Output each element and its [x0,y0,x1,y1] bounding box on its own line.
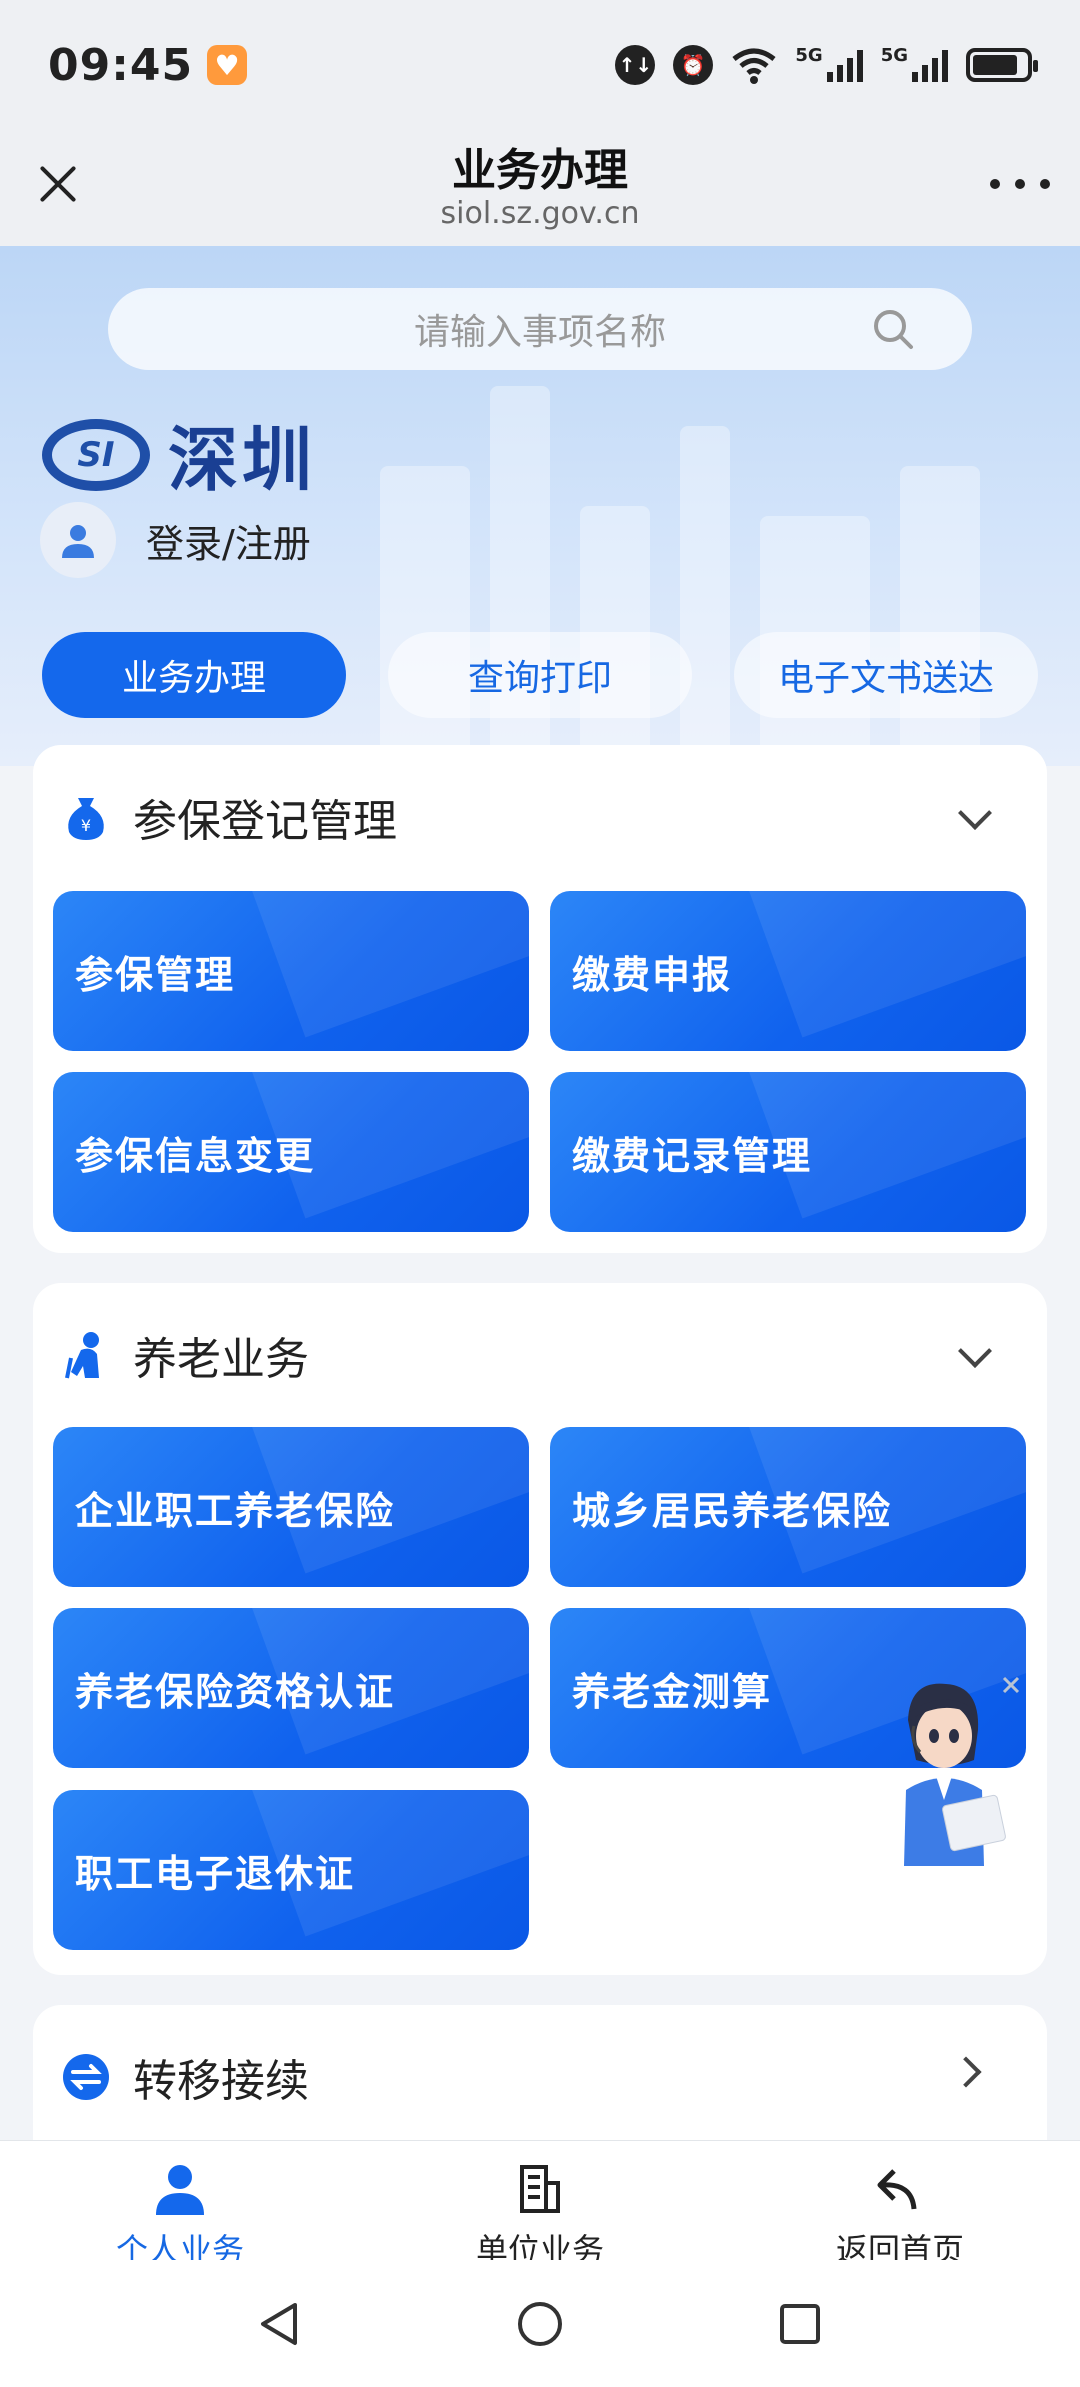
section-header[interactable]: 转移接续 [61,2045,309,2109]
chevron-down-icon[interactable] [958,1334,992,1368]
tab-business[interactable]: 业务办理 [42,632,346,718]
assistant-avatar[interactable] [880,1676,1020,1870]
tile-insurance-management[interactable]: 参保管理 [53,891,529,1051]
login-register[interactable]: 登录/注册 [40,502,311,578]
signal-icon-2: 5G [881,45,948,85]
money-bag-icon: ¥ [61,792,111,842]
signal-icon-1: 5G [795,45,863,85]
search-input[interactable]: 请输入事项名称 [108,288,972,370]
battery-icon [966,45,1038,85]
skyline-decoration [900,466,980,766]
document-icon [512,2161,568,2217]
section-insurance-registration: ¥ 参保登记管理 参保管理 缴费申报 参保信息变更 缴费记录管理 [33,745,1047,1253]
tile-resident-pension[interactable]: 城乡居民养老保险 [550,1427,1026,1587]
shenzhen-logo: SI 深圳 [42,404,316,505]
section-header[interactable]: 养老业务 [61,1323,309,1387]
title-bar: 业务办理 siol.sz.gov.cn [0,130,1080,246]
main-tabs: 业务办理 查询打印 电子文书送达 [42,632,1038,718]
tile-payment-declaration[interactable]: 缴费申报 [550,891,1026,1051]
search-placeholder: 请输入事项名称 [413,312,666,353]
search-icon[interactable] [872,308,914,350]
section-header[interactable]: ¥ 参保登记管理 [61,785,397,849]
hero-banner: 请输入事项名称 SI 深圳 登录/注册 业务办理 查询打印 电子文书送达 [0,246,1080,766]
tile-pension-qualification[interactable]: 养老保险资格认证 [53,1608,529,1768]
wifi-icon [731,45,777,85]
back-icon[interactable] [255,2299,305,2349]
status-bar: 09:45 ♥ ↑↓ ⏰ 5G 5G [0,0,1080,130]
status-icons: ↑↓ ⏰ 5G 5G [615,45,1038,85]
nav-personal-business[interactable]: 个人业务 [0,2141,360,2269]
person-icon [152,2161,208,2217]
tab-e-document[interactable]: 电子文书送达 [734,632,1038,718]
user-icon[interactable] [40,502,116,578]
nav-unit-business[interactable]: 单位业务 [360,2141,720,2269]
section-title: 转移接续 [133,2056,309,2107]
section-title: 养老业务 [133,1334,309,1385]
system-navigation-bar [0,2260,1080,2387]
app-notification-icon: ♥ [207,45,248,85]
tile-payment-record-management[interactable]: 缴费记录管理 [550,1072,1026,1232]
section-title: 参保登记管理 [133,796,397,847]
section-pension: 养老业务 企业职工养老保险 城乡居民养老保险 养老保险资格认证 养老金测算 职工… [33,1283,1047,1975]
page-title: 业务办理 [452,145,628,196]
data-saver-icon: ↑↓ [615,45,656,85]
nav-return-home[interactable]: 返回首页 [720,2141,1080,2269]
chevron-down-icon[interactable] [958,796,992,830]
skyline-decoration [380,466,470,766]
status-time: 09:45 [48,39,194,91]
home-icon[interactable] [515,2299,565,2349]
return-icon [872,2161,928,2217]
transfer-icon [61,2052,111,2102]
elderly-icon [61,1330,111,1380]
page-url: siol.sz.gov.cn [440,196,640,231]
logo-text: 深圳 [168,419,316,501]
tab-query-print[interactable]: 查询打印 [388,632,692,718]
login-register-link[interactable]: 登录/注册 [146,513,311,568]
social-insurance-logo-icon: SI [42,418,150,491]
recents-icon[interactable] [775,2299,825,2349]
more-icon[interactable] [990,164,1050,204]
close-assistant-icon[interactable] [1000,1674,1022,1696]
tile-employee-pension[interactable]: 企业职工养老保险 [53,1427,529,1587]
tile-electronic-retirement-cert[interactable]: 职工电子退休证 [53,1790,529,1950]
tile-insurance-info-change[interactable]: 参保信息变更 [53,1072,529,1232]
alarm-icon: ⏰ [673,45,714,85]
chevron-right-icon[interactable] [950,2056,982,2088]
bottom-nav: 个人业务 单位业务 返回首页 [0,2140,1080,2269]
svg-text:¥: ¥ [81,816,91,835]
